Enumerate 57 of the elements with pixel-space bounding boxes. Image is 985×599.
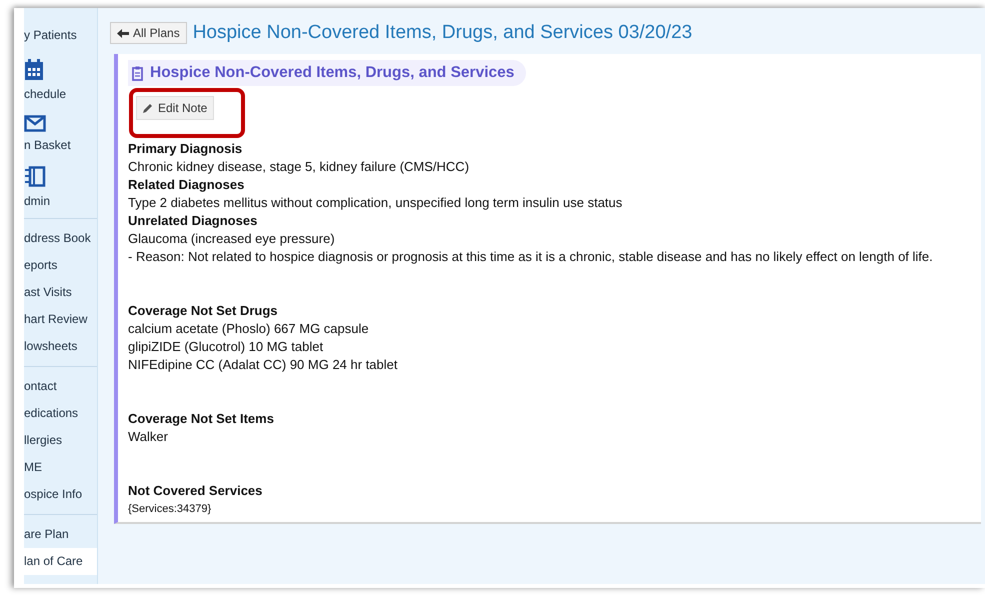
section-text: Type 2 diabetes mellitus without complication, unspecified long term insulin use status — [128, 194, 624, 212]
back-arrow-icon — [117, 28, 129, 38]
section-heading: Unrelated Diagnoses — [128, 212, 258, 230]
sidebar-item[interactable]: eports — [24, 252, 97, 279]
sidebar-item[interactable]: dmin — [24, 156, 97, 212]
sidebar-item[interactable]: y Patients — [24, 22, 97, 49]
sidebar-label: lan of Care — [24, 554, 83, 568]
sidebar-label: n Basket — [24, 138, 71, 152]
section-heading: Primary Diagnosis — [128, 140, 244, 158]
section-heading: Related Diagnoses — [128, 176, 246, 194]
sidebar-label: ddress Book — [24, 231, 91, 245]
sidebar-item[interactable]: hart Review — [24, 306, 97, 333]
sidebar-label: y Patients — [24, 28, 77, 42]
field-token: {Services:34379} — [128, 502, 212, 517]
sidebar-label: ospice Info — [24, 487, 82, 501]
sidebar-label: are Plan — [24, 527, 69, 541]
section-text: Walker — [128, 428, 169, 446]
book-icon — [24, 166, 46, 188]
sidebar-item[interactable]: llergies — [24, 427, 97, 454]
calendar-icon — [24, 59, 44, 81]
sidebar-label: chedule — [24, 87, 66, 101]
sidebar-item[interactable]: n Basket — [24, 105, 97, 156]
sidebar-item[interactable]: edications — [24, 400, 97, 427]
section-text: - Reason: Not related to hospice diagnosis or prognosis at this time as it is a chronic, stable disease and has no likely effect on length of life. — [128, 248, 934, 266]
section-heading: Not Covered Services — [128, 482, 264, 500]
sidebar-item[interactable]: ddress Book — [24, 225, 97, 252]
sidebar-label: ontact — [24, 379, 57, 393]
page-title: Hospice Non-Covered Items, Drugs, and Services 03/20/23 — [192, 22, 692, 44]
section-text: calcium acetate (Phoslo) 667 MG capsule — [128, 320, 370, 338]
sidebar-label: dmin — [24, 194, 50, 208]
sidebar-item[interactable]: ospice Info — [24, 481, 97, 508]
sidebar-label: llergies — [24, 433, 62, 447]
sidebar-item[interactable]: are Plan — [24, 521, 97, 548]
section-text: glipiZIDE (Glucotrol) 10 MG tablet — [128, 338, 324, 356]
sidebar-label: eports — [24, 258, 58, 272]
section-text: Chronic kidney disease, stage 5, kidney failure (CMS/HCC) — [128, 158, 470, 176]
sidebar-label: ME — [24, 460, 42, 474]
sidebar-label: hart Review — [24, 312, 88, 326]
edit-note-button[interactable]: Edit Note — [136, 96, 214, 120]
envelope-icon — [24, 115, 46, 132]
sidebar-item[interactable]: ME — [24, 454, 97, 481]
back-button[interactable]: All Plans — [110, 22, 187, 44]
sidebar-item[interactable]: lan of Care — [24, 548, 97, 575]
sidebar-label: edications — [24, 406, 78, 420]
sidebar-item[interactable]: chedule — [24, 49, 97, 105]
section-heading: Coverage Not Set Items — [128, 410, 275, 428]
clipboard-icon — [132, 66, 143, 80]
sidebar-label: lowsheets — [24, 339, 78, 353]
section-heading: Coverage Not Set Drugs — [128, 302, 279, 320]
sidebar-item[interactable]: ast Visits — [24, 279, 97, 306]
pencil-icon — [143, 103, 153, 113]
sidebar-label: ast Visits — [24, 285, 72, 299]
note-title: Hospice Non-Covered Items, Drugs, and Services — [150, 64, 514, 82]
sidebar-item[interactable]: ontact — [24, 373, 97, 400]
sidebar-item[interactable]: lowsheets — [24, 333, 97, 360]
section-text: Glaucoma (increased eye pressure) — [128, 230, 336, 248]
section-text: NIFEdipine CC (Adalat CC) 90 MG 24 hr tablet — [128, 356, 398, 374]
